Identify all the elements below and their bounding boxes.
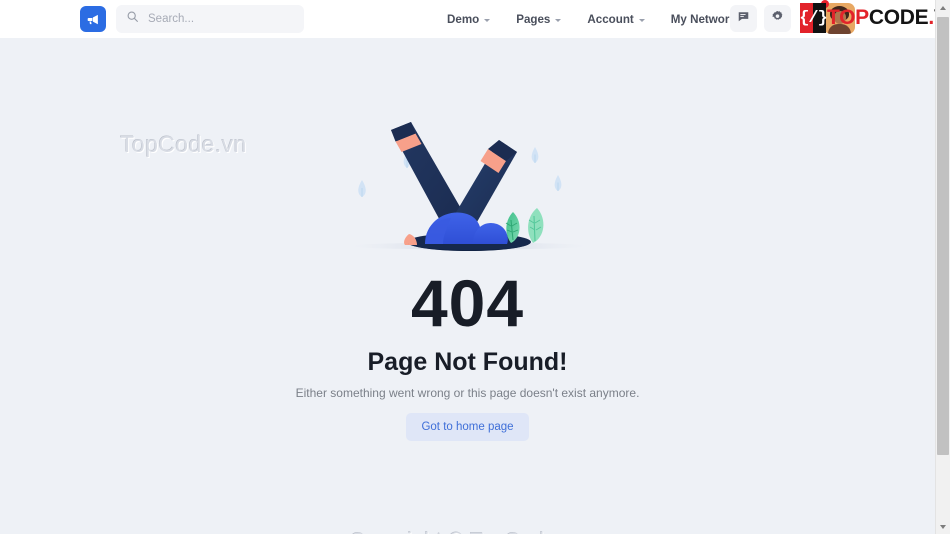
nav-label: My Network [670, 12, 736, 26]
nav-item-my-network[interactable]: My Network [671, 13, 736, 26]
nav-label: Pages [516, 12, 551, 26]
scroll-thumb[interactable] [937, 17, 949, 455]
site-logo[interactable] [80, 6, 106, 32]
go-to-home-page-button[interactable]: Got to home page [406, 413, 529, 441]
triangle-up-icon [940, 5, 946, 10]
nav-label: Demo [447, 12, 480, 26]
page-title: Page Not Found! [367, 348, 568, 376]
chevron-down-icon [555, 18, 562, 22]
main-navigation: Demo Pages Account My Network [447, 0, 736, 38]
chat-button[interactable] [730, 5, 757, 32]
topcode-badge-watermark: {/} TOP CODE . VN [799, 2, 935, 34]
triangle-down-icon [940, 524, 946, 529]
chevron-down-icon [638, 18, 645, 22]
topcode-text-dot: . [928, 6, 934, 29]
chat-bubble-icon [737, 10, 750, 28]
avatar-body [828, 24, 851, 34]
nav-item-account[interactable]: Account [587, 12, 645, 26]
footer-watermark: Copyright © TopCode.vn [0, 529, 935, 534]
browser-viewport: Demo Pages Account My Network [0, 0, 935, 534]
search-box[interactable] [116, 5, 304, 33]
error-page-content: 404 Page Not Found! Either something wen… [0, 38, 935, 534]
megaphone-icon [86, 12, 101, 27]
vertical-scrollbar[interactable] [935, 0, 950, 534]
topcode-text-code: CODE [868, 6, 929, 29]
site-header: Demo Pages Account My Network [0, 0, 935, 38]
scroll-down-arrow[interactable] [936, 519, 950, 534]
avatar-face [833, 11, 846, 24]
chevron-down-icon [484, 18, 491, 22]
settings-button[interactable] [764, 5, 791, 32]
search-input[interactable] [148, 13, 288, 25]
home-button-container: Got to home page [0, 413, 935, 441]
avatar-image [824, 3, 855, 34]
nav-item-demo[interactable]: Demo [447, 12, 491, 26]
green-plant [505, 208, 544, 243]
gear-icon [771, 10, 784, 28]
notification-dot [821, 0, 829, 8]
search-icon [126, 10, 139, 28]
error-description: Either something went wrong or this page… [295, 386, 640, 400]
nav-label: Account [587, 12, 634, 26]
person-fallen-in-hole-illustration [351, 116, 587, 260]
nav-item-pages[interactable]: Pages [516, 12, 562, 26]
avatar[interactable] [821, 0, 855, 34]
decor-leaves [358, 147, 562, 197]
error-code: 404 [410, 266, 525, 340]
scroll-up-arrow[interactable] [936, 0, 950, 15]
